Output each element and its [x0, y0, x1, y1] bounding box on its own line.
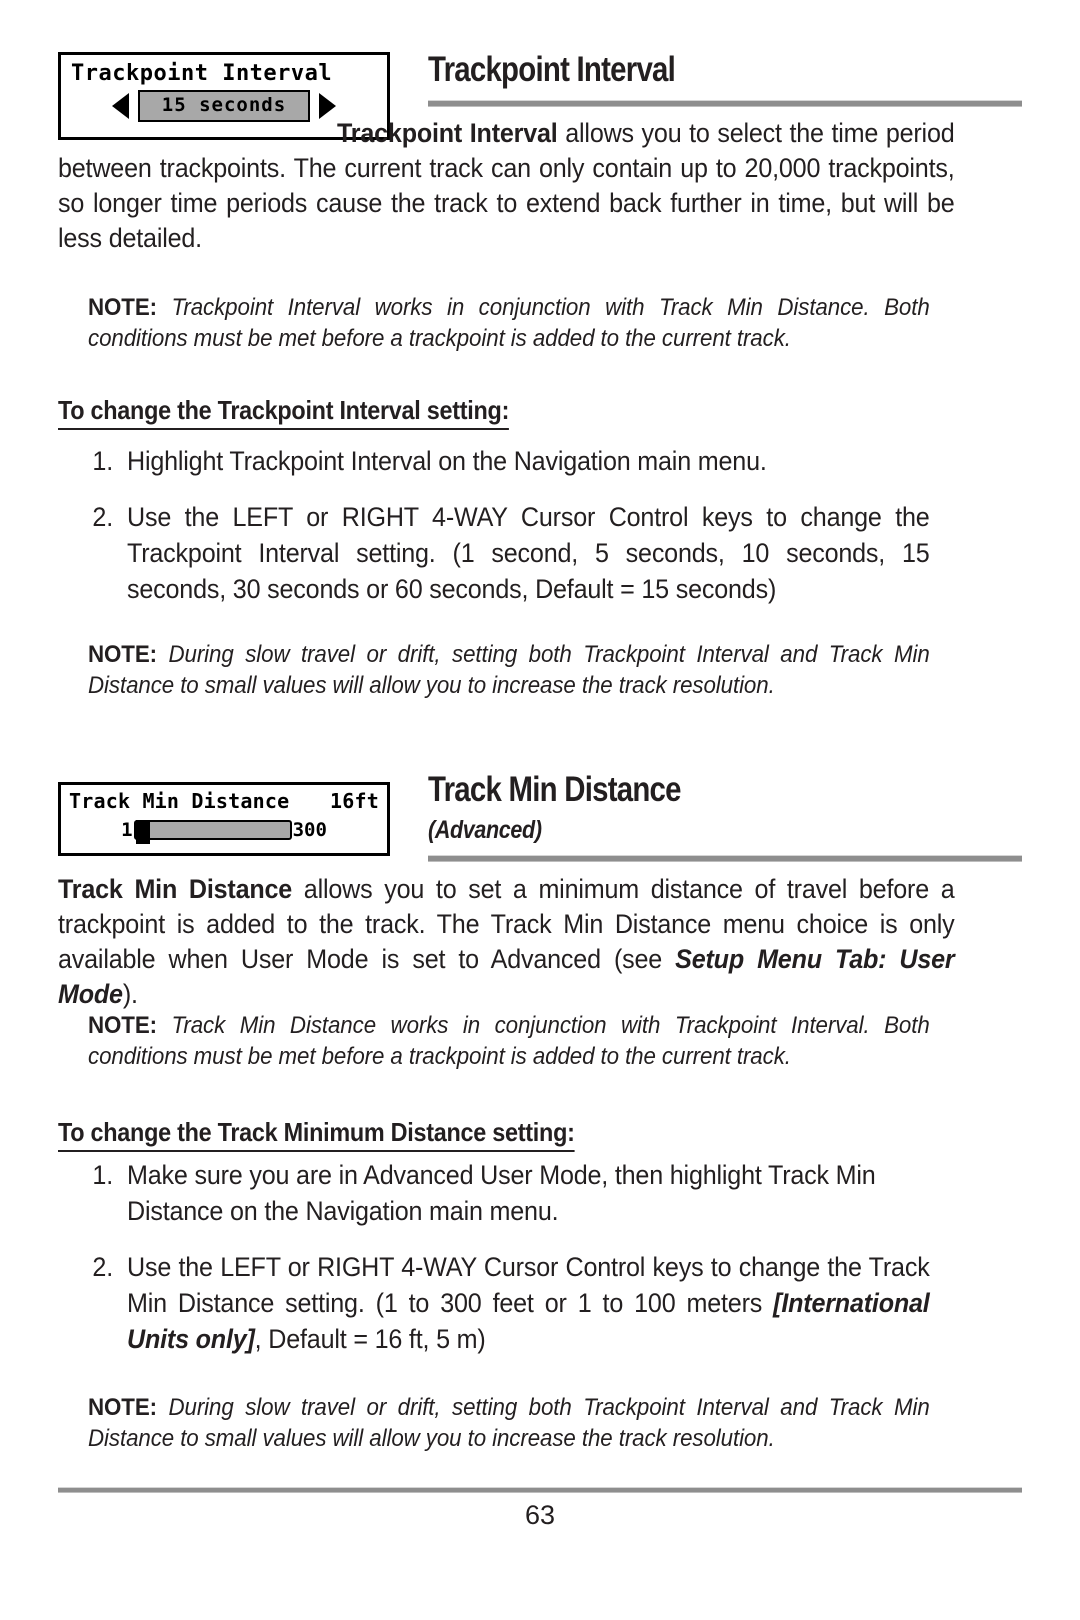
- heading-rule: [428, 855, 1022, 862]
- note-text: During slow travel or drift, setting bot…: [88, 1394, 930, 1453]
- section-heading-block-track-min-distance: Track Min Distance (Advanced): [428, 772, 1048, 845]
- list-text: Use the LEFT or RIGHT 4-WAY Cursor Contr…: [127, 502, 930, 604]
- slider-max-label: 300: [292, 819, 327, 841]
- lcd-tmd-title-row: Track Min Distance 16ft: [61, 785, 387, 813]
- list-item: 1. Highlight Trackpoint Interval on the …: [85, 444, 1015, 480]
- note-tmd-conjunction: NOTE: Track Min Distance works in conjun…: [88, 1010, 930, 1072]
- list-text: Use the LEFT or RIGHT 4-WAY Cursor Contr…: [127, 1250, 930, 1358]
- section-heading-track-min-distance: Track Min Distance: [428, 770, 681, 809]
- section-subheading-advanced: (Advanced): [428, 816, 542, 844]
- lcd-tmd-title: Track Min Distance: [69, 789, 290, 813]
- list-number: 1.: [92, 446, 113, 476]
- list-item: 2. Use the LEFT or RIGHT 4-WAY Cursor Co…: [85, 500, 990, 608]
- list-item: 2. Use the LEFT or RIGHT 4-WAY Cursor Co…: [85, 1250, 990, 1358]
- subheading-change-trackpoint-interval: To change the Trackpoint Interval settin…: [58, 395, 509, 430]
- footer-rule: [58, 1487, 1022, 1493]
- subheading-change-track-min-distance: To change the Track Minimum Distance set…: [58, 1117, 575, 1152]
- note-label: NOTE:: [88, 1394, 157, 1421]
- note-label: NOTE:: [88, 641, 157, 668]
- note-slow-travel-1: NOTE: During slow travel or drift, setti…: [88, 639, 930, 701]
- lcd-tmd-value: 16ft: [330, 789, 379, 813]
- paragraph-trackpoint-intro: Trackpoint Interval allows you to select…: [58, 116, 955, 256]
- note-text: During slow travel or drift, setting bot…: [88, 641, 930, 700]
- lcd-tmd-slider-row: 1 300: [61, 819, 387, 844]
- note-label: NOTE:: [88, 1012, 157, 1039]
- list-text: Highlight Trackpoint Interval on the Nav…: [127, 446, 767, 476]
- list-item: 1. Make sure you are in Advanced User Mo…: [85, 1158, 1015, 1230]
- page-number: 63: [524, 1500, 556, 1530]
- paragraph-track-min-distance-intro: Track Min Distance allows you to set a m…: [58, 872, 955, 1012]
- intro-bold-term: Track Min Distance: [58, 874, 293, 904]
- intro-part2: ).: [122, 979, 138, 1010]
- note-label: NOTE:: [88, 294, 157, 321]
- section-heading-trackpoint-interval: Trackpoint Interval: [428, 50, 676, 89]
- note-text: Track Min Distance works in conjunction …: [88, 1012, 930, 1071]
- manual-page: Trackpoint Interval 15 seconds Trackpoin…: [0, 0, 1080, 1620]
- note-slow-travel-2: NOTE: During slow travel or drift, setti…: [88, 1392, 930, 1454]
- heading-rule: [428, 100, 1022, 107]
- list-number: 2.: [92, 502, 113, 532]
- note-trackpoint-conjunction: NOTE: Trackpoint Interval works in conju…: [88, 292, 930, 354]
- lcd-track-min-distance-screenshot: Track Min Distance 16ft 1 300: [58, 782, 390, 856]
- slider-thumb: [135, 820, 150, 844]
- slider-track: [133, 820, 292, 844]
- list-number: 1.: [92, 1160, 113, 1190]
- intro-bold-term: Trackpoint Interval: [337, 118, 558, 148]
- note-text: Trackpoint Interval works in conjunction…: [88, 294, 930, 353]
- lcd-trackpoint-title: Trackpoint Interval: [71, 61, 333, 86]
- slider-min-label: 1: [121, 819, 133, 841]
- list-number: 2.: [92, 1252, 113, 1282]
- list-text: Make sure you are in Advanced User Mode,…: [127, 1160, 876, 1226]
- list-text-part2: , Default = 16 ft, 5 m): [254, 1323, 486, 1354]
